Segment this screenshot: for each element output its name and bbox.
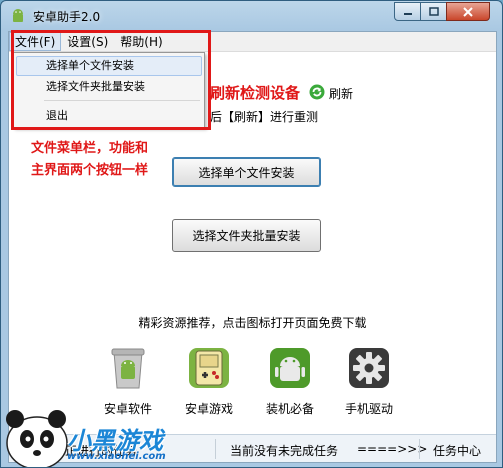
status-divider: [215, 439, 216, 459]
close-button[interactable]: [446, 2, 490, 21]
pending-tasks-status: 当前没有未完成任务: [230, 444, 339, 458]
tile-label: 手机驱动: [344, 402, 393, 416]
watermark-url: www.xiaohei.com: [67, 451, 166, 462]
task-center-button[interactable]: 任务中心: [433, 442, 481, 459]
highlight-box: [11, 30, 211, 130]
gear-driver-icon: [349, 348, 389, 388]
android-essentials-icon: [270, 348, 310, 388]
tile-essentials[interactable]: 装机必备: [252, 346, 328, 417]
device-status: 刷新检测设备: [210, 84, 301, 102]
annotation-text: 文件菜单栏，功能和 主界面两个按钮一样: [31, 138, 148, 182]
window-title: 安卓助手2.0: [33, 10, 101, 24]
title-bar[interactable]: 安卓助手2.0: [1, 1, 502, 31]
arrow-indicator: ====>>>: [357, 442, 428, 456]
tile-label: 装机必备: [265, 402, 314, 416]
android-app-icon: [13, 9, 23, 22]
maximize-icon: [428, 7, 439, 16]
minimize-icon: [403, 12, 412, 15]
tile-phone-driver[interactable]: 手机驱动: [331, 346, 407, 417]
annotation-line-2: 主界面两个按钮一样: [31, 163, 149, 178]
maximize-button[interactable]: [420, 2, 447, 21]
minimize-button[interactable]: [394, 2, 421, 21]
app-window: 安卓助手2.0 文件(F) 设置(S) 帮助(H) 刷新检测设备 刷新 后【刷新…: [0, 0, 503, 468]
close-icon: [463, 6, 473, 17]
install-folder-batch-button[interactable]: 选择文件夹批量安装: [172, 219, 321, 252]
refresh-hint: 后【刷新】进行重测: [210, 110, 319, 124]
annotation-line-1: 文件菜单栏，功能和: [31, 141, 149, 156]
refresh-link[interactable]: 刷新: [329, 85, 353, 102]
status-divider: [419, 439, 420, 459]
install-single-file-button[interactable]: 选择单个文件安装: [172, 157, 321, 187]
refresh-icon[interactable]: [309, 84, 325, 100]
promo-text: 精彩资源推荐，点击图标打开页面免费下载: [138, 316, 367, 330]
